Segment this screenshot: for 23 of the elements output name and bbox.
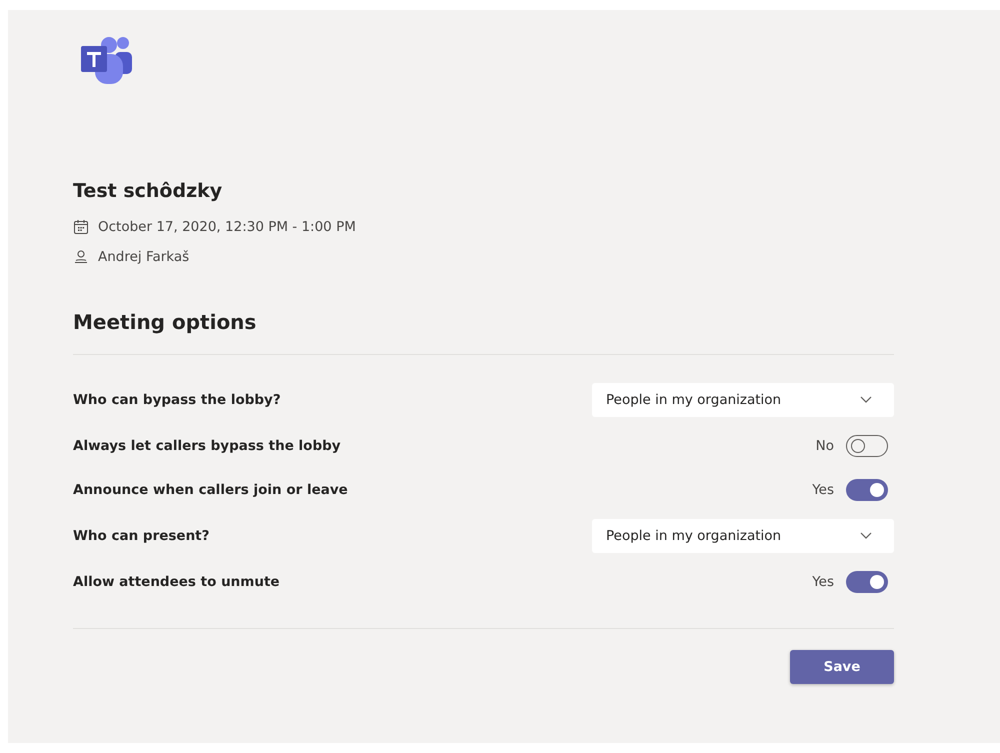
chevron-down-icon bbox=[860, 396, 872, 404]
option-label: Always let callers bypass the lobby bbox=[73, 438, 341, 454]
option-label: Announce when callers join or leave bbox=[73, 482, 348, 498]
toggle-switch[interactable] bbox=[846, 571, 888, 593]
toggle-switch[interactable] bbox=[846, 435, 888, 457]
dropdown[interactable]: People in my organization bbox=[592, 519, 894, 553]
save-button[interactable]: Save bbox=[790, 650, 894, 684]
toggle-state-text: Yes bbox=[812, 574, 834, 590]
toggle-state-text: Yes bbox=[812, 482, 834, 498]
option-label: Who can bypass the lobby? bbox=[73, 392, 281, 408]
option-label: Allow attendees to unmute bbox=[73, 574, 280, 590]
chevron-down-icon bbox=[860, 532, 872, 540]
toggle-state-text: No bbox=[816, 438, 834, 454]
dropdown[interactable]: People in my organization bbox=[592, 383, 894, 417]
toggle-switch[interactable] bbox=[846, 479, 888, 501]
option-label: Who can present? bbox=[73, 528, 210, 544]
meeting-title: Test schôdzky bbox=[73, 180, 224, 202]
meeting-date: October 17, 2020, 12:30 PM - 1:00 PM bbox=[98, 219, 356, 235]
section-title: Meeting options bbox=[73, 310, 258, 334]
person-icon bbox=[73, 249, 89, 265]
calendar-icon bbox=[73, 219, 89, 235]
organizer-name: Andrej Farkaš bbox=[98, 249, 190, 265]
app-logo bbox=[79, 34, 135, 86]
